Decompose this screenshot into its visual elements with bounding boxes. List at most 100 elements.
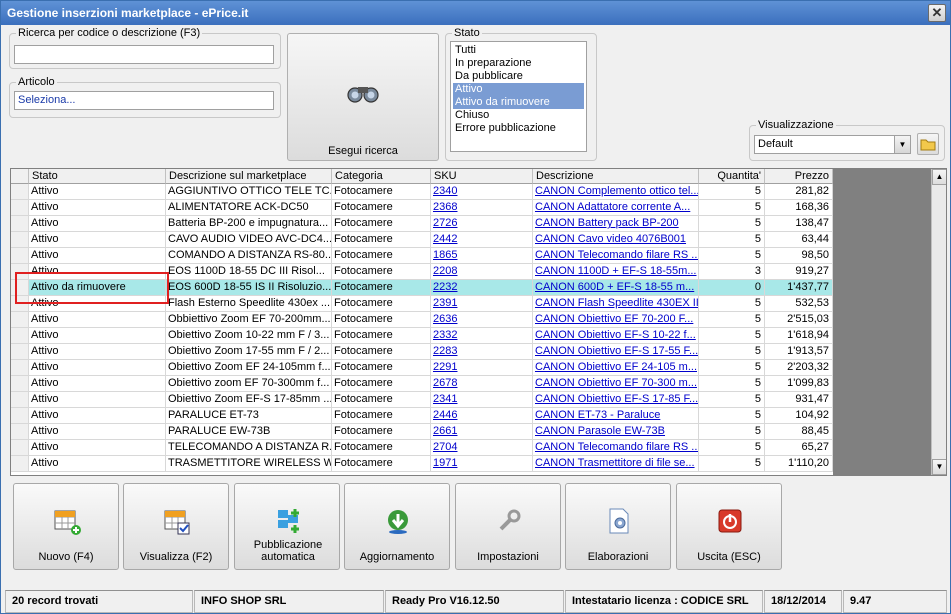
table-cell[interactable]: 2232 [431,280,533,296]
table-cell: 5 [699,456,765,472]
table-cell[interactable]: CANON Flash Speedlite 430EX II [533,296,699,312]
table-cell[interactable]: CANON Battery pack BP-200 [533,216,699,232]
table-cell[interactable]: CANON Obiettivo EF-S 10-22 f... [533,328,699,344]
action-button-2[interactable]: Pubblicazione automatica [234,483,340,570]
table-cell[interactable]: 2661 [431,424,533,440]
state-option-in-preparazione[interactable]: In preparazione [453,57,584,70]
column-header[interactable]: Stato [29,169,166,184]
row-selector[interactable] [11,424,29,440]
row-selector[interactable] [11,440,29,456]
table-cell: Fotocamere [332,184,431,200]
table-cell[interactable]: CANON Adattatore corrente A... [533,200,699,216]
table-cell: 104,92 [765,408,833,424]
table-cell[interactable]: 2368 [431,200,533,216]
column-header[interactable]: Descrizione sul marketplace [166,169,332,184]
state-listbox[interactable]: Tutti In preparazione Da pubblicare Atti… [450,41,587,152]
row-selector[interactable] [11,248,29,264]
table-cell: Obbiettivo Zoom EF 70-200mm... [166,312,332,328]
article-select-input[interactable]: Seleziona... [14,91,274,110]
table-cell[interactable]: 1971 [431,456,533,472]
row-selector[interactable] [11,200,29,216]
table-cell[interactable]: CANON Obiettivo EF 70-300 m... [533,376,699,392]
table-cell[interactable]: 2704 [431,440,533,456]
table-cell[interactable]: CANON Obiettivo EF 24-105 m... [533,360,699,376]
table-cell[interactable]: CANON Obiettivo EF-S 17-55 F... [533,344,699,360]
row-selector[interactable] [11,392,29,408]
row-selector[interactable] [11,184,29,200]
open-folder-button[interactable] [917,133,939,155]
row-selector[interactable] [11,456,29,472]
vertical-scrollbar[interactable]: ▲ ▼ [931,169,946,475]
table-cell[interactable]: CANON Complemento ottico tel... [533,184,699,200]
table-cell[interactable]: CANON Telecomando filare RS ... [533,248,699,264]
column-header[interactable]: SKU [431,169,533,184]
table-cell[interactable]: 1865 [431,248,533,264]
table-cell: Attivo [29,184,166,200]
row-selector[interactable] [11,216,29,232]
action-button-label: Elaborazioni [587,551,649,563]
chevron-down-icon[interactable]: ▼ [894,136,910,153]
table-cell[interactable]: 2332 [431,328,533,344]
table-cell[interactable]: 2391 [431,296,533,312]
publish-icon [273,506,303,536]
table-cell[interactable]: 2678 [431,376,533,392]
table-cell[interactable]: CANON 600D + EF-S 18-55 m... [533,280,699,296]
action-button-3[interactable]: Aggiornamento [344,483,450,570]
table-cell[interactable]: 2208 [431,264,533,280]
table-cell: Attivo [29,360,166,376]
state-option-tutti[interactable]: Tutti [453,44,584,57]
row-selector[interactable] [11,360,29,376]
scroll-up-icon[interactable]: ▲ [932,169,946,185]
column-header[interactable]: Categoria [332,169,431,184]
table-cell[interactable]: 2446 [431,408,533,424]
action-button-6[interactable]: Uscita (ESC) [676,483,782,570]
refresh-globe-icon [383,506,413,536]
state-option-attivo[interactable]: Attivo [453,83,584,96]
row-selector[interactable] [11,328,29,344]
column-header[interactable]: Descrizione [533,169,699,184]
action-button-4[interactable]: Impostazioni [455,483,561,570]
state-option-errore-pubblicazione[interactable]: Errore pubblicazione [453,122,584,135]
status-version: Ready Pro V16.12.50 [385,590,564,613]
close-button[interactable]: ✕ [928,4,946,22]
table-cell[interactable]: CANON Telecomando filare RS ... [533,440,699,456]
action-button-0[interactable]: Nuovo (F4) [13,483,119,570]
column-header[interactable]: Quantita' [699,169,765,184]
row-selector[interactable] [11,408,29,424]
table-cell[interactable]: 2291 [431,360,533,376]
table-cell[interactable]: CANON Obiettivo EF 70-200 F... [533,312,699,328]
table-cell: Fotocamere [332,328,431,344]
table-cell[interactable]: 2283 [431,344,533,360]
table-cell: 919,27 [765,264,833,280]
search-button[interactable]: Esegui ricerca [287,33,439,161]
scroll-down-icon[interactable]: ▼ [932,459,946,475]
table-cell[interactable]: 2341 [431,392,533,408]
row-selector[interactable] [11,376,29,392]
state-option-da-pubblicare[interactable]: Da pubblicare [453,70,584,83]
table-cell[interactable]: CANON Parasole EW-73B [533,424,699,440]
table-cell[interactable]: 2340 [431,184,533,200]
table-cell[interactable]: 2636 [431,312,533,328]
column-header[interactable]: Prezzo [765,169,833,184]
action-button-label: Aggiornamento [359,551,435,563]
table-cell[interactable]: CANON 1100D + EF-S 18-55m... [533,264,699,280]
code-search-input[interactable] [14,45,274,64]
table-cell: 5 [699,360,765,376]
table-cell[interactable]: 2726 [431,216,533,232]
table-cell[interactable]: CANON Cavo video 4076B001 [533,232,699,248]
table-cell: Attivo [29,456,166,472]
row-selector[interactable] [11,344,29,360]
action-button-5[interactable]: Elaborazioni [565,483,671,570]
table-cell[interactable]: CANON Trasmettitore di file se... [533,456,699,472]
table-cell: Fotocamere [332,280,431,296]
state-option-chiuso[interactable]: Chiuso [453,109,584,122]
table-cell[interactable]: 2442 [431,232,533,248]
action-button-1[interactable]: Visualizza (F2) [123,483,229,570]
table-cell[interactable]: CANON ET-73 - Paraluce [533,408,699,424]
app-window: Gestione inserzioni marketplace - ePrice… [0,0,951,614]
table-cell[interactable]: CANON Obiettivo EF-S 17-85 F... [533,392,699,408]
row-selector[interactable] [11,312,29,328]
view-select[interactable]: Default ▼ [754,135,911,154]
row-selector[interactable] [11,232,29,248]
state-option-attivo-da-rimuovere[interactable]: Attivo da rimuovere [453,96,584,109]
